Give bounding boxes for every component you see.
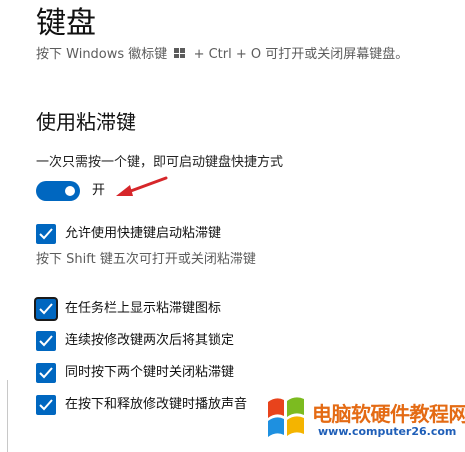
checkbox-row-shortcut[interactable]: 允许使用快捷键启动粘滞键 [36, 223, 221, 245]
sticky-keys-toggle[interactable] [36, 181, 80, 201]
shortcut-option-label: 允许使用快捷键启动粘滞键 [65, 226, 222, 241]
play-sound-label: 在按下和释放修改键时播放声音 [65, 397, 248, 412]
watermark-url: www.computer26.com [318, 425, 457, 438]
taskbar-icon-checkbox[interactable] [36, 299, 56, 319]
scroll-edge-line [7, 380, 8, 452]
windows-logo-icon [174, 48, 186, 59]
checkmark-icon [39, 367, 53, 379]
checkmark-icon [39, 303, 53, 315]
page-description: 按下 Windows 徽标键 + Ctrl + O 可打开或关闭屏幕键盘。 [36, 46, 408, 64]
lock-modifier-checkbox[interactable] [36, 331, 56, 351]
checkbox-row-turn-off[interactable]: 同时按下两个键时关闭粘滞键 [36, 362, 234, 384]
watermark: 电脑软硬件教程网 www.computer26.com [258, 392, 465, 452]
turn-off-label: 同时按下两个键时关闭粘滞键 [65, 365, 235, 380]
shortcut-hint: 按下 Shift 键五次可打开或关闭粘滞键 [36, 252, 256, 267]
shortcut-checkbox[interactable] [36, 224, 56, 244]
sticky-keys-heading: 使用粘滞键 [36, 110, 136, 134]
play-sound-checkbox[interactable] [36, 395, 56, 415]
checkbox-row-lock-modifier[interactable]: 连续按修改键两次后将其锁定 [36, 330, 234, 352]
description-part-2: + Ctrl + O 可打开或关闭屏幕键盘。 [193, 47, 409, 62]
lock-modifier-label: 连续按修改键两次后将其锁定 [65, 333, 235, 348]
checkmark-icon [39, 228, 53, 240]
checkbox-row-taskbar-icon[interactable]: 在任务栏上显示粘滞键图标 [36, 298, 221, 320]
red-arrow-icon [116, 176, 168, 196]
taskbar-icon-label: 在任务栏上显示粘滞键图标 [65, 301, 222, 316]
sticky-keys-sub-label: 一次只需按一个键，即可启动键盘快捷方式 [36, 155, 284, 170]
windows-flag-logo-icon [268, 397, 304, 437]
toggle-state-label: 开 [92, 183, 106, 198]
checkbox-row-play-sound[interactable]: 在按下和释放修改键时播放声音 [36, 394, 247, 416]
toggle-knob [65, 186, 75, 196]
page-title: 键盘 [36, 6, 96, 41]
description-part-1: 按下 Windows 徽标键 [36, 47, 168, 62]
checkmark-icon [39, 335, 53, 347]
watermark-site-name: 电脑软硬件教程网 [312, 402, 465, 426]
turn-off-checkbox[interactable] [36, 363, 56, 383]
checkmark-icon [39, 399, 53, 411]
